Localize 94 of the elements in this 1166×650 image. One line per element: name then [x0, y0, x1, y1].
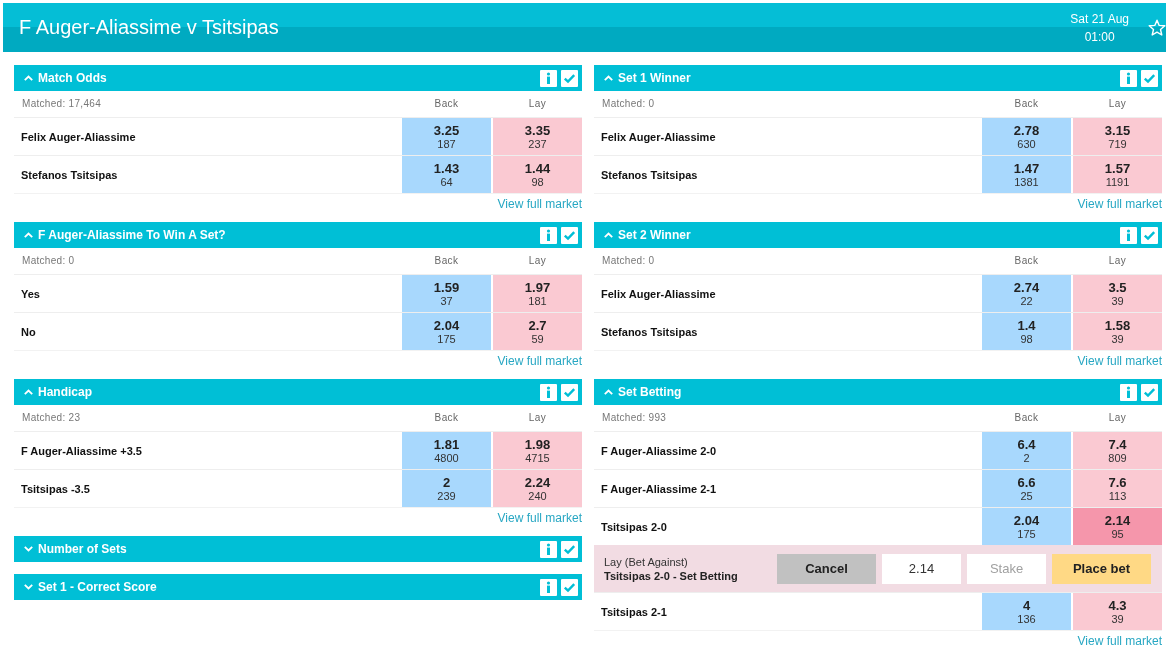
place-bet-button[interactable]: Place bet [1052, 553, 1151, 584]
market-title: Set 2 Winner [618, 228, 692, 242]
back-price-button[interactable]: 6.6 25 [982, 470, 1071, 507]
lay-column-label: Lay [527, 255, 548, 267]
info-icon[interactable] [1120, 383, 1137, 401]
runner-name: Stefanos Tsitsipas [600, 168, 699, 181]
lay-column-label: Lay [527, 98, 548, 110]
matched-amount: Matched: 17,464 [21, 98, 102, 110]
runner-name: F Auger-Aliassime 2-1 [600, 482, 718, 495]
back-price-button[interactable]: 3.25 187 [402, 118, 491, 155]
lay-price-button[interactable]: 7.4 809 [1073, 432, 1162, 469]
info-icon[interactable] [1120, 226, 1137, 244]
runner-name: F Auger-Aliassime 2-0 [600, 444, 718, 457]
market-title: Number of Sets [38, 542, 128, 556]
back-price-button[interactable]: 4 136 [982, 593, 1071, 630]
bet-selection-label: Tsitsipas 2-0 - Set Betting [604, 568, 739, 583]
back-price-button[interactable]: 1.81 4800 [402, 432, 491, 469]
back-price-button[interactable]: 1.47 1381 [982, 156, 1071, 193]
back-column-label: Back [1013, 412, 1040, 424]
info-icon[interactable] [540, 383, 557, 401]
lay-column-label: Lay [527, 412, 548, 424]
event-time: 01:00 [1084, 28, 1115, 46]
runner-name: Tsitsipas 2-0 [600, 520, 668, 533]
back-column-label: Back [433, 98, 460, 110]
matched-amount: Matched: 0 [21, 255, 76, 267]
lay-price-button[interactable]: 3.35 237 [493, 118, 582, 155]
info-icon[interactable] [540, 226, 557, 244]
market-title: Set Betting [618, 385, 683, 399]
runner-name: Stefanos Tsitsipas [20, 168, 119, 181]
back-price-button[interactable]: 2.04 175 [402, 313, 491, 350]
info-icon[interactable] [540, 578, 557, 596]
lay-price-button[interactable]: 2.14 95 [1073, 508, 1162, 545]
matched-amount: Matched: 993 [601, 412, 668, 424]
info-icon[interactable] [1120, 69, 1137, 87]
matched-amount: Matched: 0 [601, 98, 656, 110]
lay-column-label: Lay [1107, 98, 1128, 110]
back-price-button[interactable]: 1.4 98 [982, 313, 1071, 350]
back-column-label: Back [433, 412, 460, 424]
runner-name: Felix Auger-Aliassime [20, 130, 137, 143]
odds-input[interactable]: 2.14 [882, 553, 961, 584]
event-date: Sat 21 Aug [1070, 10, 1129, 28]
lay-price-button[interactable]: 3.15 719 [1073, 118, 1162, 155]
market-title: Handicap [38, 385, 93, 399]
checkmark-icon[interactable] [561, 540, 578, 558]
checkmark-icon[interactable] [561, 226, 578, 244]
runner-name: F Auger-Aliassime +3.5 [20, 444, 143, 457]
runner-name: Yes [20, 287, 41, 300]
lay-price-button[interactable]: 1.44 98 [493, 156, 582, 193]
lay-price-button[interactable]: 2.7 59 [493, 313, 582, 350]
back-price-button[interactable]: 2 239 [402, 470, 491, 507]
lay-column-label: Lay [1107, 255, 1128, 267]
lay-price-button[interactable]: 1.97 181 [493, 275, 582, 312]
lay-price-button[interactable]: 1.57 1191 [1073, 156, 1162, 193]
cancel-button[interactable]: Cancel [777, 553, 876, 584]
back-column-label: Back [433, 255, 460, 267]
lay-price-button[interactable]: 3.5 39 [1073, 275, 1162, 312]
lay-price-button[interactable]: 1.58 39 [1073, 313, 1162, 350]
back-price-button[interactable]: 6.4 2 [982, 432, 1071, 469]
checkmark-icon[interactable] [561, 383, 578, 401]
lay-price-button[interactable]: 4.3 39 [1073, 593, 1162, 630]
checkmark-icon[interactable] [561, 578, 578, 596]
checkmark-icon[interactable] [1141, 69, 1158, 87]
runner-name: Tsitsipas -3.5 [20, 482, 91, 495]
back-price-button[interactable]: 2.04 175 [982, 508, 1071, 545]
matched-amount: Matched: 23 [21, 412, 82, 424]
info-icon[interactable] [540, 540, 557, 558]
market-title: F Auger-Aliassime To Win A Set? [38, 228, 227, 242]
back-price-button[interactable]: 1.43 64 [402, 156, 491, 193]
runner-name: Stefanos Tsitsipas [600, 325, 699, 338]
lay-price-button[interactable]: 2.24 240 [493, 470, 582, 507]
market-title: Match Odds [38, 71, 108, 85]
matched-amount: Matched: 0 [601, 255, 656, 267]
stake-input[interactable]: Stake [967, 553, 1046, 584]
star-icon[interactable] [1148, 18, 1166, 37]
checkmark-icon[interactable] [1141, 226, 1158, 244]
event-title: F Auger-Aliassime v Tsitsipas [19, 16, 280, 39]
back-price-button[interactable]: 1.59 37 [402, 275, 491, 312]
checkmark-icon[interactable] [561, 69, 578, 87]
runner-name: Tsitsipas 2-1 [600, 605, 668, 618]
runner-name: Felix Auger-Aliassime [600, 287, 717, 300]
info-icon[interactable] [540, 69, 557, 87]
runner-name: No [20, 325, 37, 338]
back-column-label: Back [1013, 98, 1040, 110]
back-column-label: Back [1013, 255, 1040, 267]
lay-price-button[interactable]: 1.98 4715 [493, 432, 582, 469]
market-title: Set 1 Winner [618, 71, 692, 85]
lay-column-label: Lay [1107, 412, 1128, 424]
checkmark-icon[interactable] [1141, 383, 1158, 401]
bet-type-label: Lay (Bet Against) [604, 554, 689, 569]
back-price-button[interactable]: 2.78 630 [982, 118, 1071, 155]
runner-name: Felix Auger-Aliassime [600, 130, 717, 143]
lay-price-button[interactable]: 7.6 113 [1073, 470, 1162, 507]
market-title: Set 1 - Correct Score [38, 580, 158, 594]
back-price-button[interactable]: 2.74 22 [982, 275, 1071, 312]
